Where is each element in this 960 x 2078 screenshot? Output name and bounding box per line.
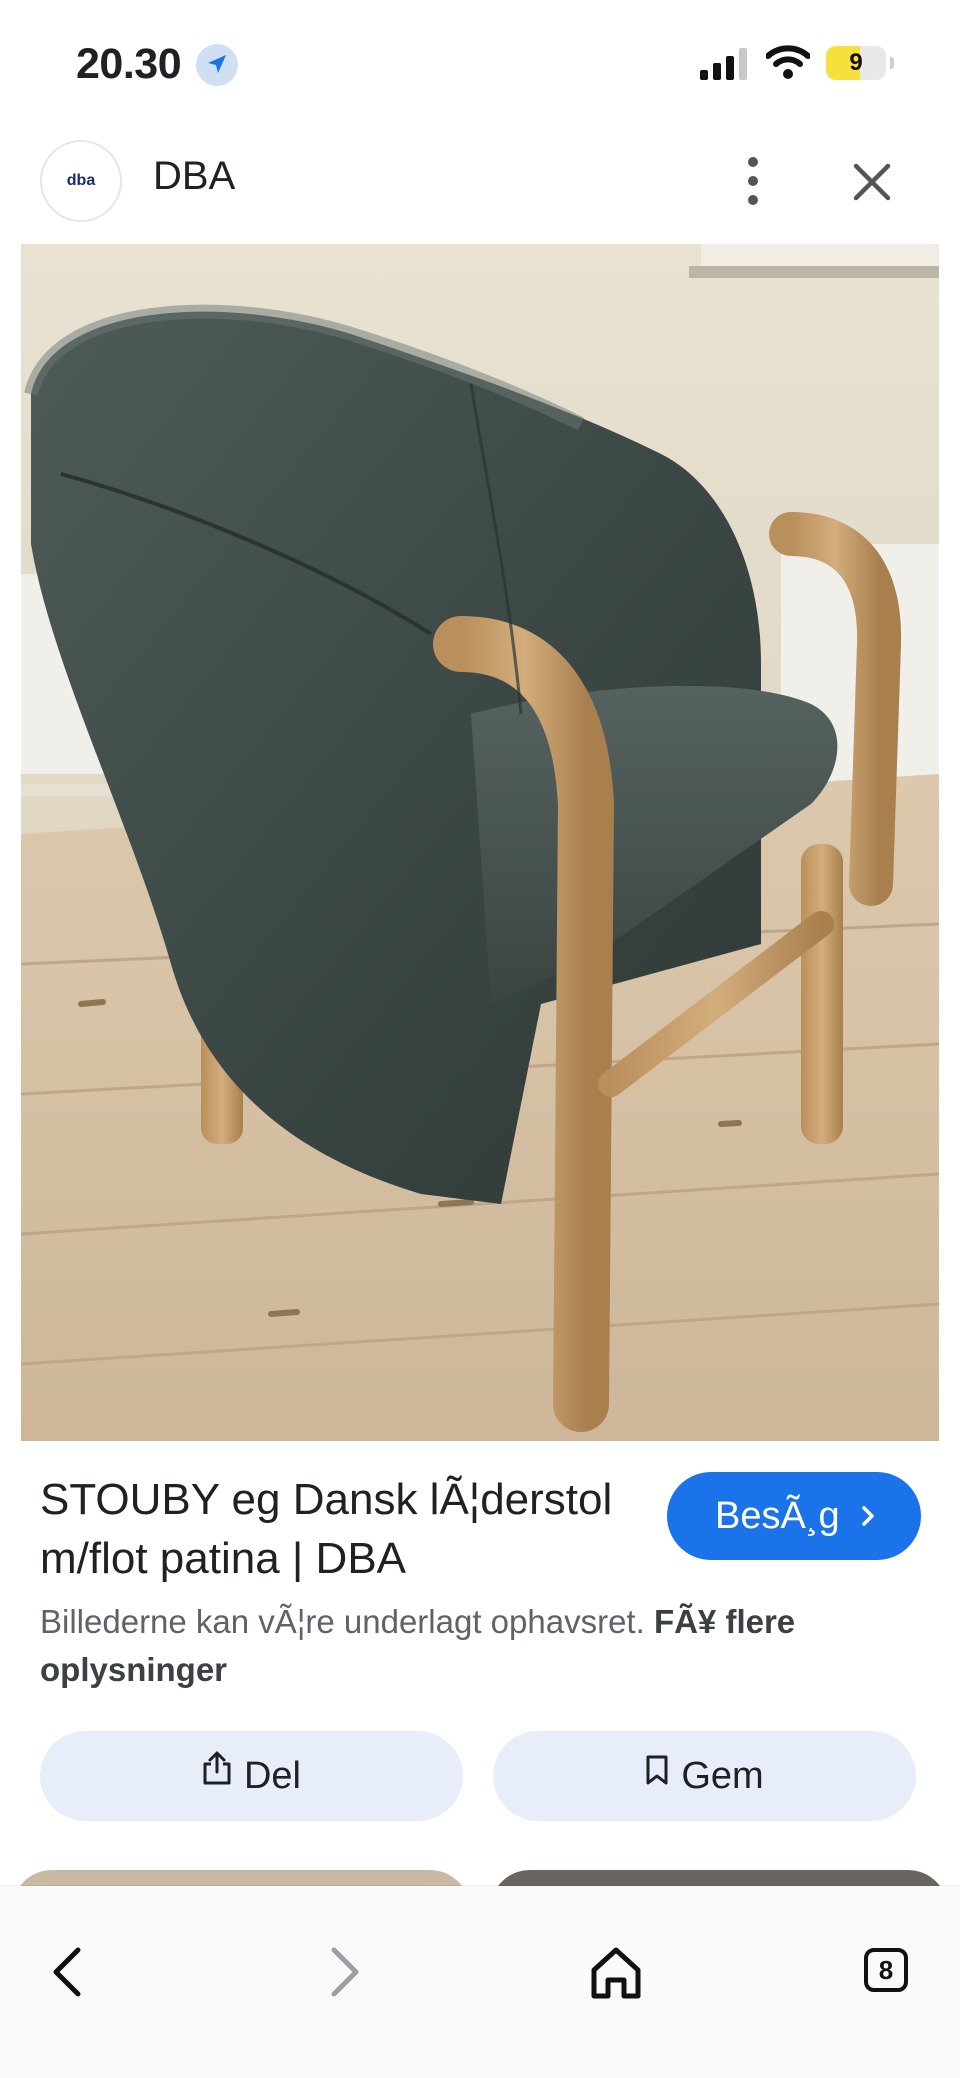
back-icon (53, 1947, 81, 1997)
tabs-button[interactable]: 8 (858, 1940, 922, 2004)
close-icon (853, 163, 891, 201)
product-image[interactable] (21, 244, 939, 1441)
forward-icon (331, 1947, 359, 1997)
copyright-text: Billederne kan vÃ¦re underlagt ophavsret… (40, 1603, 645, 1640)
bookmark-icon (645, 1729, 669, 1819)
home-icon (591, 1947, 641, 1999)
location-arrow-icon (196, 44, 238, 86)
battery-icon: 9 (826, 46, 894, 80)
site-name[interactable]: DBA (153, 154, 235, 199)
save-label: Gem (681, 1755, 764, 1797)
share-icon (202, 1729, 232, 1819)
visit-button-label: BesÃ¸g (715, 1495, 840, 1537)
status-time: 20.30 (76, 40, 182, 88)
forward-button[interactable] (310, 1940, 374, 2004)
tabs-icon: 8 (864, 1948, 908, 1992)
save-button[interactable]: Gem (493, 1731, 916, 1821)
armchair-photo (21, 244, 939, 1441)
battery-level: 9 (849, 49, 863, 76)
share-button[interactable]: Del (40, 1731, 463, 1821)
visit-button[interactable]: BesÃ¸g (667, 1472, 921, 1560)
share-label: Del (243, 1755, 302, 1797)
result-title[interactable]: STOUBY eg Dansk lÃ¦derstol m/flot patina… (40, 1470, 640, 1588)
back-button[interactable] (38, 1940, 102, 2004)
browser-toolbar: 8 (0, 1886, 960, 2078)
source-header: dba DBA (0, 130, 960, 244)
chevron-right-icon (862, 1506, 874, 1526)
copyright-notice: Billederne kan vÃ¦re underlagt ophavsret… (40, 1598, 920, 1694)
home-button[interactable] (584, 1940, 648, 2004)
more-vert-icon (748, 157, 758, 205)
close-button[interactable] (844, 154, 900, 210)
status-bar: 20.30 9 (0, 0, 960, 130)
battery-nub (890, 57, 894, 69)
more-options-button[interactable] (728, 152, 778, 210)
site-logo[interactable]: dba (40, 140, 122, 222)
wifi-icon (765, 44, 811, 85)
cellular-signal-icon (700, 48, 750, 85)
